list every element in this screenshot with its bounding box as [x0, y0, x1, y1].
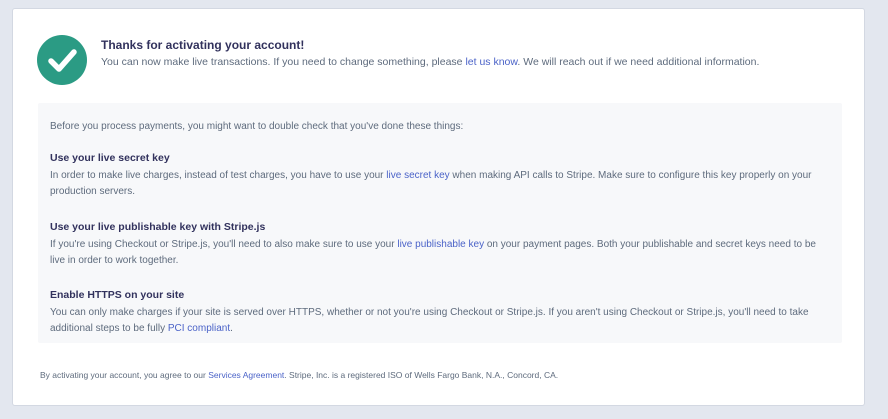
checklist-panel: Before you process payments, you might w…: [38, 103, 842, 343]
checklist-item-text: In order to make live charges, instead o…: [50, 168, 830, 200]
item-text-start: If you're using Checkout or Stripe.js, y…: [50, 239, 398, 250]
let-us-know-link[interactable]: let us know: [465, 56, 517, 68]
checklist-item-text: If you're using Checkout or Stripe.js, y…: [50, 237, 830, 269]
checklist-item-enable-https: Enable HTTPS on your site You can only m…: [50, 288, 830, 337]
checklist-intro: Before you process payments, you might w…: [50, 121, 464, 132]
checklist-item-text: You can only make charges if your site i…: [50, 305, 830, 337]
checklist-item-title: Use your live secret key: [50, 152, 170, 164]
activation-subtitle: You can now make live transactions. If y…: [101, 56, 759, 68]
live-secret-key-link[interactable]: live secret key: [386, 170, 449, 181]
activation-card: Thanks for activating your account! You …: [13, 9, 864, 405]
checklist-item-live-publishable-key: Use your live publishable key with Strip…: [50, 220, 830, 269]
subtitle-text-end: . We will reach out if we need additiona…: [517, 56, 760, 68]
item-text-end: .: [230, 323, 233, 334]
live-publishable-key-link[interactable]: live publishable key: [397, 239, 484, 250]
subtitle-text-start: You can now make live transactions. If y…: [101, 56, 466, 68]
footer-text-end: . Stripe, Inc. is a registered ISO of We…: [284, 370, 559, 380]
pci-compliant-link[interactable]: PCI compliant: [168, 323, 230, 334]
footer-legal-text: By activating your account, you agree to…: [40, 370, 558, 380]
page-title: Thanks for activating your account!: [101, 38, 305, 52]
item-text-start: In order to make live charges, instead o…: [50, 170, 387, 181]
footer-text-start: By activating your account, you agree to…: [40, 370, 209, 380]
checklist-item-title: Enable HTTPS on your site: [50, 289, 185, 301]
item-text-start: You can only make charges if your site i…: [50, 307, 809, 334]
services-agreement-link[interactable]: Services Agreement: [208, 370, 284, 380]
checklist-item-live-secret-key: Use your live secret key In order to mak…: [50, 151, 830, 200]
checkmark-circle-icon: [37, 35, 87, 85]
checklist-item-title: Use your live publishable key with Strip…: [50, 221, 266, 233]
